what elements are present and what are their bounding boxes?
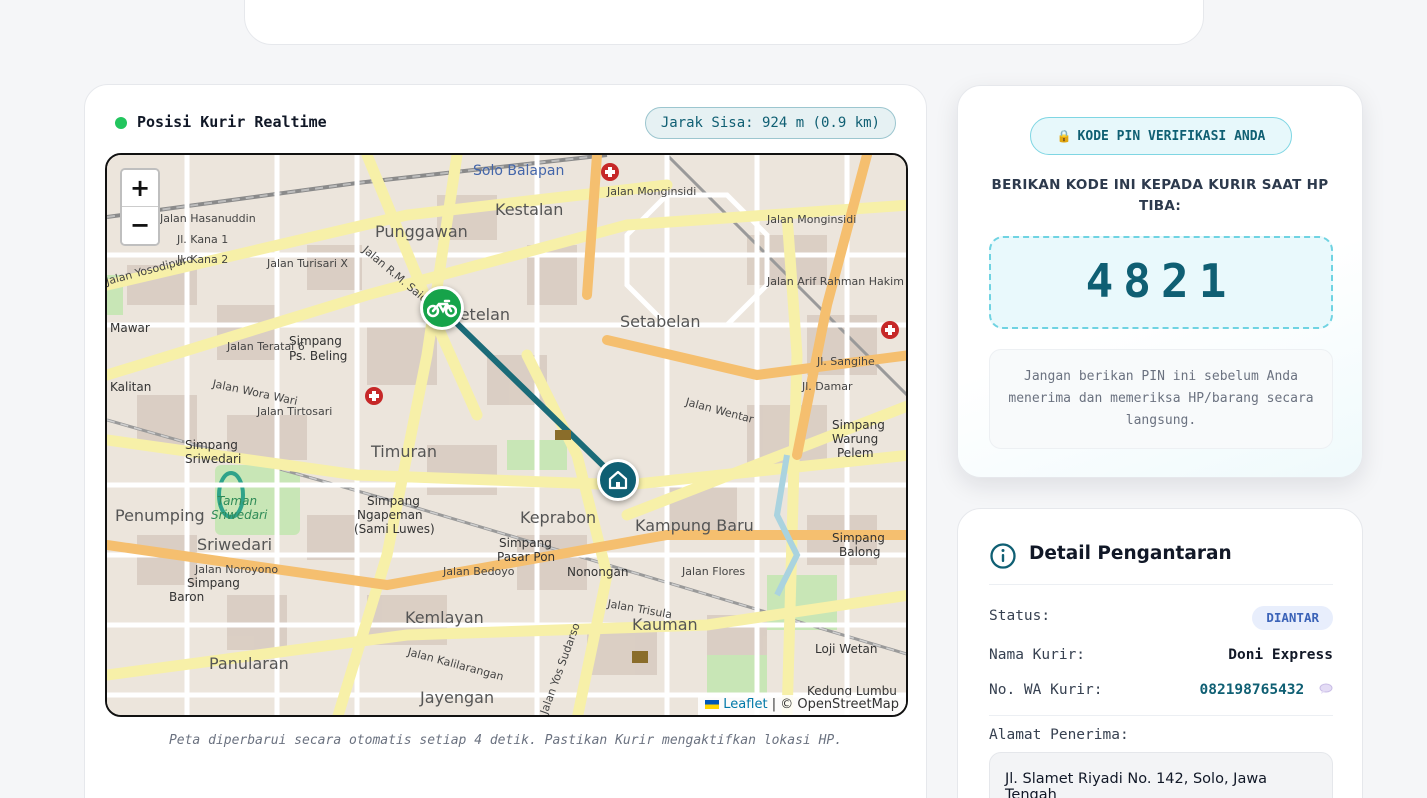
courier-row: Nama Kurir: Doni Express [989,645,1333,669]
svg-text:Punggawan: Punggawan [375,222,468,241]
svg-text:Jalan Noroyono: Jalan Noroyono [194,563,278,576]
svg-text:Pelem: Pelem [837,446,874,460]
svg-text:Ngapeman: Ngapeman [357,508,423,522]
wa-number-link[interactable]: 082198765432 [1200,682,1305,698]
wa-label: No. WA Kurir: [989,682,1103,698]
leaflet-link[interactable]: Leaflet [723,697,767,712]
svg-text:Setabelan: Setabelan [620,312,700,331]
svg-text:Baron: Baron [169,590,204,604]
distance-badge: Jarak Sisa: 924 m (0.9 km) [644,107,896,139]
svg-text:Jl. Kana 1: Jl. Kana 1 [176,233,228,246]
svg-text:Keprabon: Keprabon [520,508,596,527]
lock-icon: 🔒 [1056,129,1072,143]
svg-text:Sriwedari: Sriwedari [185,452,241,466]
status-label: Status: [989,608,1051,624]
map-card: Posisi Kurir Realtime Jarak Sisa: 924 m … [84,84,927,798]
svg-text:Kampung Baru: Kampung Baru [635,516,754,535]
motorbike-icon [427,299,457,318]
svg-text:Kestalan: Kestalan [495,200,563,219]
address-row: Alamat Penerima: [989,725,1333,749]
map-tiles: Solo Balapan Kestalan Punggawan Ketelan … [107,155,906,715]
address-value: Jl. Slamet Riyadi No. 142, Solo, Jawa Te… [989,752,1333,798]
courier-name: Doni Express [1228,647,1333,663]
svg-text:Solo Balapan: Solo Balapan [473,163,564,179]
svg-text:(Sami Luwes): (Sami Luwes) [354,522,435,536]
svg-text:Jalan Teratai 6: Jalan Teratai 6 [226,340,305,353]
zoom-control: + − [120,168,160,246]
zoom-out-button[interactable]: − [122,207,158,244]
info-icon [990,543,1016,569]
live-map[interactable]: Solo Balapan Kestalan Punggawan Ketelan … [105,153,908,717]
attribution-text: | © OpenStreetMap [767,697,899,712]
map-header: Posisi Kurir Realtime Jarak Sisa: 924 m … [115,107,896,139]
svg-text:Jayengan: Jayengan [419,688,494,707]
home-icon [608,470,628,490]
ukraine-flag-icon [705,700,720,709]
svg-text:Jalan Tirtosari: Jalan Tirtosari [256,405,332,418]
svg-text:Pasar Pon: Pasar Pon [497,550,555,564]
pin-card: 🔒 KODE PIN VERIFIKASI ANDA BERIKAN KODE I… [957,85,1363,478]
delivery-detail-card: Detail Pengantaran Status: DIANTAR Nama … [957,508,1363,798]
svg-text:Jl. Kana 2: Jl. Kana 2 [176,253,228,266]
svg-text:Kalitan: Kalitan [110,380,151,394]
svg-text:Simpang: Simpang [185,438,238,452]
svg-text:Simpang: Simpang [499,536,552,550]
svg-text:Jalan Monginsidi: Jalan Monginsidi [766,213,856,226]
courier-name-label: Nama Kurir: [989,647,1086,663]
courier-motorbike-marker[interactable] [420,286,464,330]
svg-text:Simpang: Simpang [367,494,420,508]
map-title: Posisi Kurir Realtime [137,113,327,131]
svg-text:Kemlayan: Kemlayan [405,608,484,627]
svg-text:Simpang: Simpang [832,531,885,545]
wa-row: No. WA Kurir: 082198765432 [989,680,1333,704]
svg-text:Simpang: Simpang [832,418,885,432]
address-label: Alamat Penerima: [989,727,1129,743]
svg-text:Jl. Sangihe: Jl. Sangihe [816,355,875,368]
pin-instruction: BERIKAN KODE INI KEPADA KURIR SAAT HP TI… [991,177,1329,214]
pin-code-box: 4821 [989,236,1333,329]
svg-text:Jalan Turisari X: Jalan Turisari X [266,257,348,270]
detail-divider [989,715,1333,716]
svg-text:Jl. Damar: Jl. Damar [801,380,853,393]
svg-text:Jalan Monginsidi: Jalan Monginsidi [606,185,696,198]
svg-text:Taman: Taman [217,494,257,508]
pin-badge: 🔒 KODE PIN VERIFIKASI ANDA [1030,117,1292,155]
status-row: Status: DIANTAR [989,606,1333,630]
svg-text:Sriwedari: Sriwedari [197,535,272,554]
detail-title: Detail Pengantaran [1029,543,1232,564]
svg-text:Nonongan: Nonongan [567,565,628,579]
svg-text:Warung: Warung [832,432,878,446]
pin-code: 4821 [1085,254,1237,308]
status-badge: DIANTAR [1252,606,1333,630]
svg-text:Jalan Bedoyo: Jalan Bedoyo [442,565,515,578]
svg-text:Timuran: Timuran [370,442,437,461]
svg-text:Panularan: Panularan [209,654,289,673]
pin-warning-note: Jangan berikan PIN ini sebelum Anda mene… [989,349,1333,449]
svg-text:Simpang: Simpang [187,576,240,590]
svg-text:Jalan Hasanuddin: Jalan Hasanuddin [159,212,256,225]
detail-header: Detail Pengantaran [989,541,1333,585]
svg-text:Balong: Balong [839,545,880,559]
pin-badge-label: KODE PIN VERIFIKASI ANDA [1077,129,1266,144]
svg-text:Sriwedari: Sriwedari [211,508,268,522]
map-caption: Peta diperbarui secara otomatis setiap 4… [168,733,843,748]
svg-text:Loji Wetan: Loji Wetan [815,642,878,656]
svg-text:Mawar: Mawar [110,321,150,335]
chat-bubble-icon[interactable] [1319,683,1333,695]
svg-text:Jalan Flores: Jalan Flores [681,565,745,578]
map-attribution: Leaflet | © OpenStreetMap [698,695,906,715]
wa-contact: 082198765432 [1200,682,1334,698]
live-indicator-dot [115,117,127,129]
top-card [244,0,1204,45]
zoom-in-button[interactable]: + [122,170,158,207]
svg-text:Penumping: Penumping [115,506,205,525]
destination-home-marker[interactable] [597,459,639,501]
svg-text:Jalan Arif Rahman Hakim: Jalan Arif Rahman Hakim [766,275,904,288]
